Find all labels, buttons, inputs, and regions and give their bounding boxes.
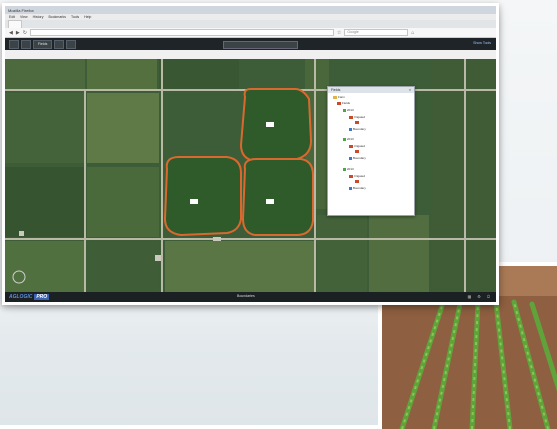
tab-bar — [5, 20, 496, 28]
menu-history[interactable]: History — [33, 15, 44, 19]
home-icon[interactable]: ⌂ — [411, 30, 414, 36]
tree-row-boundary-3[interactable]: Boundary — [349, 186, 366, 190]
tree-row-layer-1[interactable] — [355, 121, 360, 124]
pivot-label-marker-3[interactable] — [266, 199, 274, 204]
settings-icon[interactable]: ⚙ — [477, 294, 481, 299]
year-icon — [343, 167, 346, 171]
tree-row-year-1[interactable]: 2013 — [343, 108, 354, 112]
reload-icon[interactable]: ↻ — [23, 30, 27, 36]
map-canvas[interactable] — [5, 59, 496, 292]
tree-row-irrigated-1[interactable]: Irrigated — [349, 115, 365, 119]
tree-row-farm[interactable]: Farm — [333, 95, 345, 99]
boundary-icon — [349, 127, 352, 131]
tree-row-year-2[interactable]: 2013 — [343, 137, 354, 141]
layer-icon — [349, 115, 353, 119]
layer-icon — [355, 150, 359, 153]
boundary-icon — [349, 186, 352, 190]
toolbar-button-2[interactable] — [21, 39, 31, 49]
tree-row-layer-2[interactable] — [355, 150, 360, 153]
boundary-icon — [349, 156, 352, 160]
satellite-map[interactable]: Fields × Farm Fields 2013 Irrigated Boun… — [5, 59, 496, 292]
tree-row-irrigated-2[interactable]: Irrigated — [349, 144, 365, 148]
folder-icon — [333, 95, 337, 99]
tree-row-layer-3[interactable] — [355, 180, 360, 183]
toolbar-button-5[interactable] — [66, 39, 77, 49]
layer-select[interactable] — [223, 41, 298, 49]
tree-row-fields[interactable]: Fields — [337, 101, 350, 105]
toolbar-button-fields[interactable]: Fields — [33, 39, 53, 49]
tree-row-boundary-2[interactable]: Boundary — [349, 156, 366, 160]
status-right-icons: ▦ ⚙ ⏻ — [467, 294, 490, 299]
toolbar-button-1[interactable] — [9, 39, 19, 49]
tree-panel-header: Fields × — [328, 87, 414, 93]
bookmark-star-icon[interactable]: ☆ — [337, 30, 341, 36]
year-icon — [343, 108, 346, 112]
back-icon[interactable]: ◀ — [9, 30, 13, 36]
show-tools-link[interactable]: Show Tools — [473, 41, 491, 45]
status-center-label[interactable]: Boundaries — [237, 294, 255, 298]
brand-logo: AGLOGIC PRO — [9, 294, 50, 300]
field-tree-panel: Fields × Farm Fields 2013 Irrigated Boun… — [327, 86, 415, 216]
menu-view[interactable]: View — [20, 15, 28, 19]
tree-panel-title: Fields — [331, 88, 341, 92]
menu-edit[interactable]: Edit — [9, 15, 15, 19]
close-icon[interactable]: × — [409, 87, 411, 93]
window-title: Mozilla Firefox — [8, 7, 34, 13]
water-background — [0, 290, 400, 425]
tree-row-boundary-1[interactable]: Boundary — [349, 127, 366, 131]
layer-icon — [355, 180, 359, 183]
menu-tools[interactable]: Tools — [71, 15, 79, 19]
toolbar-button-4[interactable] — [54, 39, 65, 49]
tree-row-irrigated-3[interactable]: Irrigated — [349, 174, 365, 178]
app-toolbar: Fields Show Tools — [5, 38, 496, 50]
status-bar: AGLOGIC PRO Boundaries ▦ ⚙ ⏻ — [5, 292, 496, 302]
title-bar: Mozilla Firefox — [5, 6, 496, 14]
pivot-label-marker-1[interactable] — [266, 122, 274, 127]
url-bar[interactable] — [29, 29, 334, 36]
layer-icon — [349, 144, 353, 148]
tree-row-year-3[interactable]: 2013 — [343, 167, 354, 171]
browser-window: Mozilla Firefox Edit View History Bookma… — [2, 3, 499, 305]
pivot-label-marker-2[interactable] — [190, 199, 198, 204]
fields-icon — [337, 101, 341, 105]
navigation-bar: ◀ ▶ ↻ ☆ Google ⌂ — [5, 28, 496, 38]
year-icon — [343, 137, 346, 141]
search-box[interactable]: Google — [344, 29, 409, 36]
power-icon[interactable]: ⏻ — [487, 294, 490, 299]
layer-icon — [349, 174, 353, 178]
forward-icon[interactable]: ▶ — [16, 30, 20, 36]
menu-help[interactable]: Help — [84, 15, 91, 19]
menu-bookmarks[interactable]: Bookmarks — [48, 15, 66, 19]
browser-tab[interactable] — [8, 20, 22, 28]
grid-icon[interactable]: ▦ — [467, 294, 471, 299]
layer-icon — [355, 121, 359, 124]
